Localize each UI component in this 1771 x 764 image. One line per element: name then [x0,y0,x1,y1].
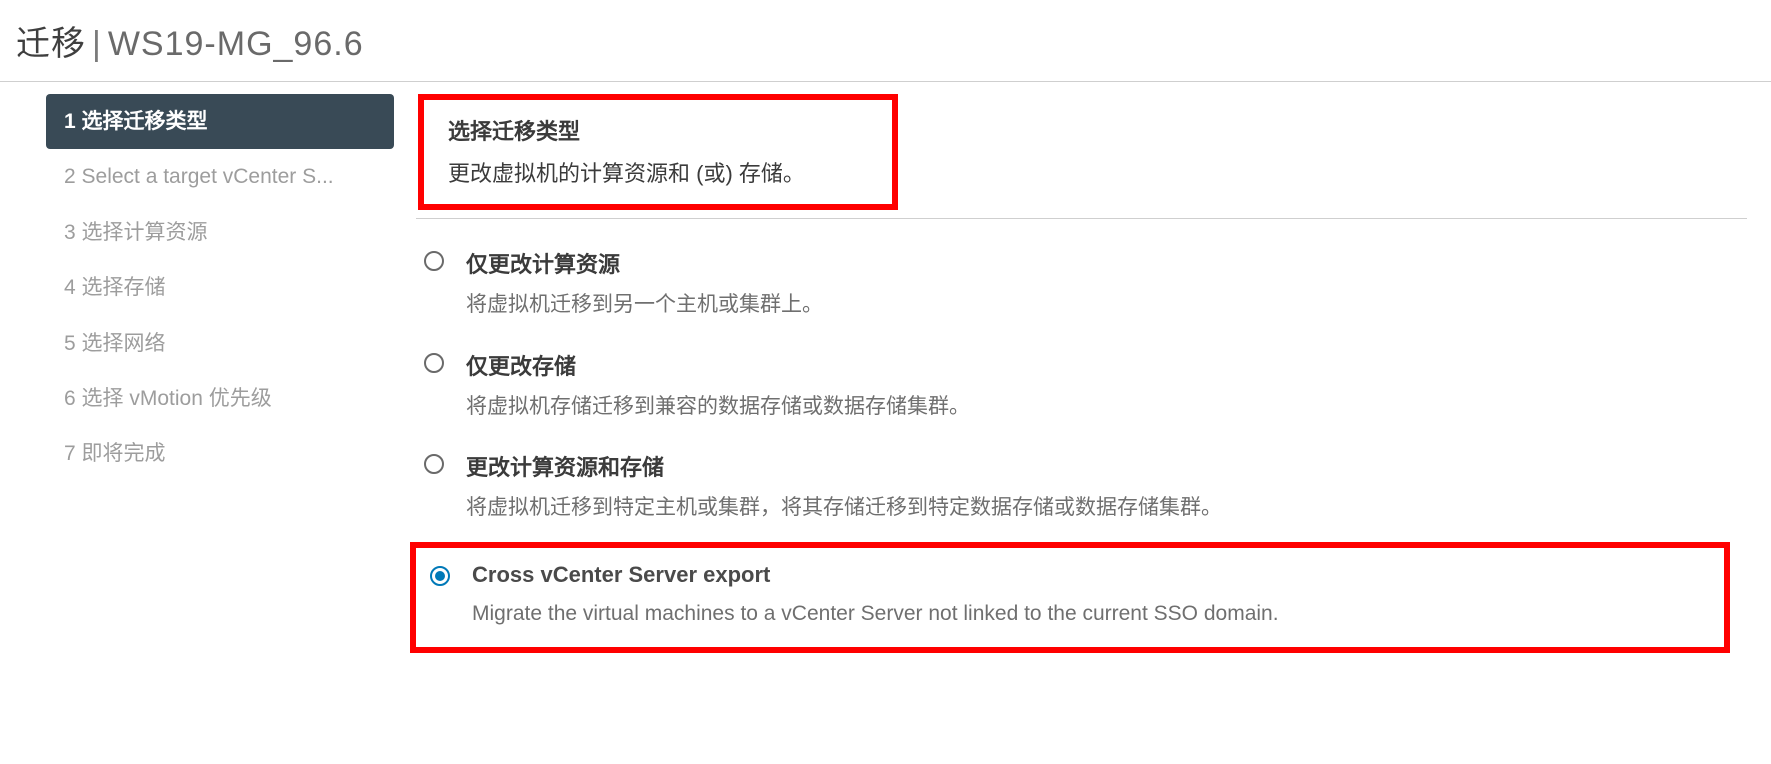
wizard-step-2[interactable]: 2 Select a target vCenter S... [46,149,394,204]
wizard-step-5[interactable]: 5 选择网络 [46,316,394,371]
option-cross-vcenter[interactable]: Cross vCenter Server export Migrate the v… [410,542,1730,654]
wizard-step-3[interactable]: 3 选择计算资源 [46,205,394,260]
radio-cross-vcenter[interactable] [430,566,450,586]
wizard-step-4[interactable]: 4 选择存储 [46,260,394,315]
option-desc: 将虚拟机存储迁移到兼容的数据存储或数据存储集群。 [466,391,970,423]
steps-nav: 1 选择迁移类型2 Select a target vCenter S...3 … [46,94,394,653]
wizard-step-6[interactable]: 6 选择 vMotion 优先级 [46,371,394,426]
content-header-highlight: 选择迁移类型 更改虚拟机的计算资源和 (或) 存储。 [418,94,898,210]
option-compute-storage[interactable]: 更改计算资源和存储将虚拟机迁移到特定主机或集群，将其存储迁移到特定数据存储或数据… [424,440,1747,542]
option-storage-only[interactable]: 仅更改存储将虚拟机存储迁移到兼容的数据存储或数据存储集群。 [424,339,1747,441]
wizard-container: 1 选择迁移类型2 Select a target vCenter S...3 … [0,82,1771,653]
title-prefix: 迁移 [16,25,86,63]
content-subtitle: 更改虚拟机的计算资源和 (或) 存储。 [448,156,868,188]
title-separator: | [92,25,102,63]
wizard-step-1[interactable]: 1 选择迁移类型 [46,94,394,149]
option-title: Cross vCenter Server export [472,562,1279,588]
option-title: 更改计算资源和存储 [466,450,1222,482]
option-title: 仅更改存储 [466,349,970,381]
option-compute-only[interactable]: 仅更改计算资源将虚拟机迁移到另一个主机或集群上。 [424,237,1747,339]
wizard-step-7[interactable]: 7 即将完成 [46,426,394,481]
option-desc: 将虚拟机迁移到另一个主机或集群上。 [466,289,823,321]
step-content: 选择迁移类型 更改虚拟机的计算资源和 (或) 存储。 仅更改计算资源将虚拟机迁移… [394,94,1771,653]
option-desc: Migrate the virtual machines to a vCente… [472,598,1279,630]
content-title: 选择迁移类型 [448,114,868,146]
radio-compute-only[interactable] [424,251,444,271]
radio-storage-only[interactable] [424,353,444,373]
option-desc: 将虚拟机迁移到特定主机或集群，将其存储迁移到特定数据存储或数据存储集群。 [466,492,1222,524]
title-vm-name: WS19-MG_96.6 [108,25,364,63]
radio-compute-storage[interactable] [424,454,444,474]
option-title: 仅更改计算资源 [466,247,823,279]
options-group: 仅更改计算资源将虚拟机迁移到另一个主机或集群上。仅更改存储将虚拟机存储迁移到兼容… [418,237,1747,653]
content-divider [416,218,1747,219]
page-title: 迁移|WS19-MG_96.6 [0,0,1771,82]
